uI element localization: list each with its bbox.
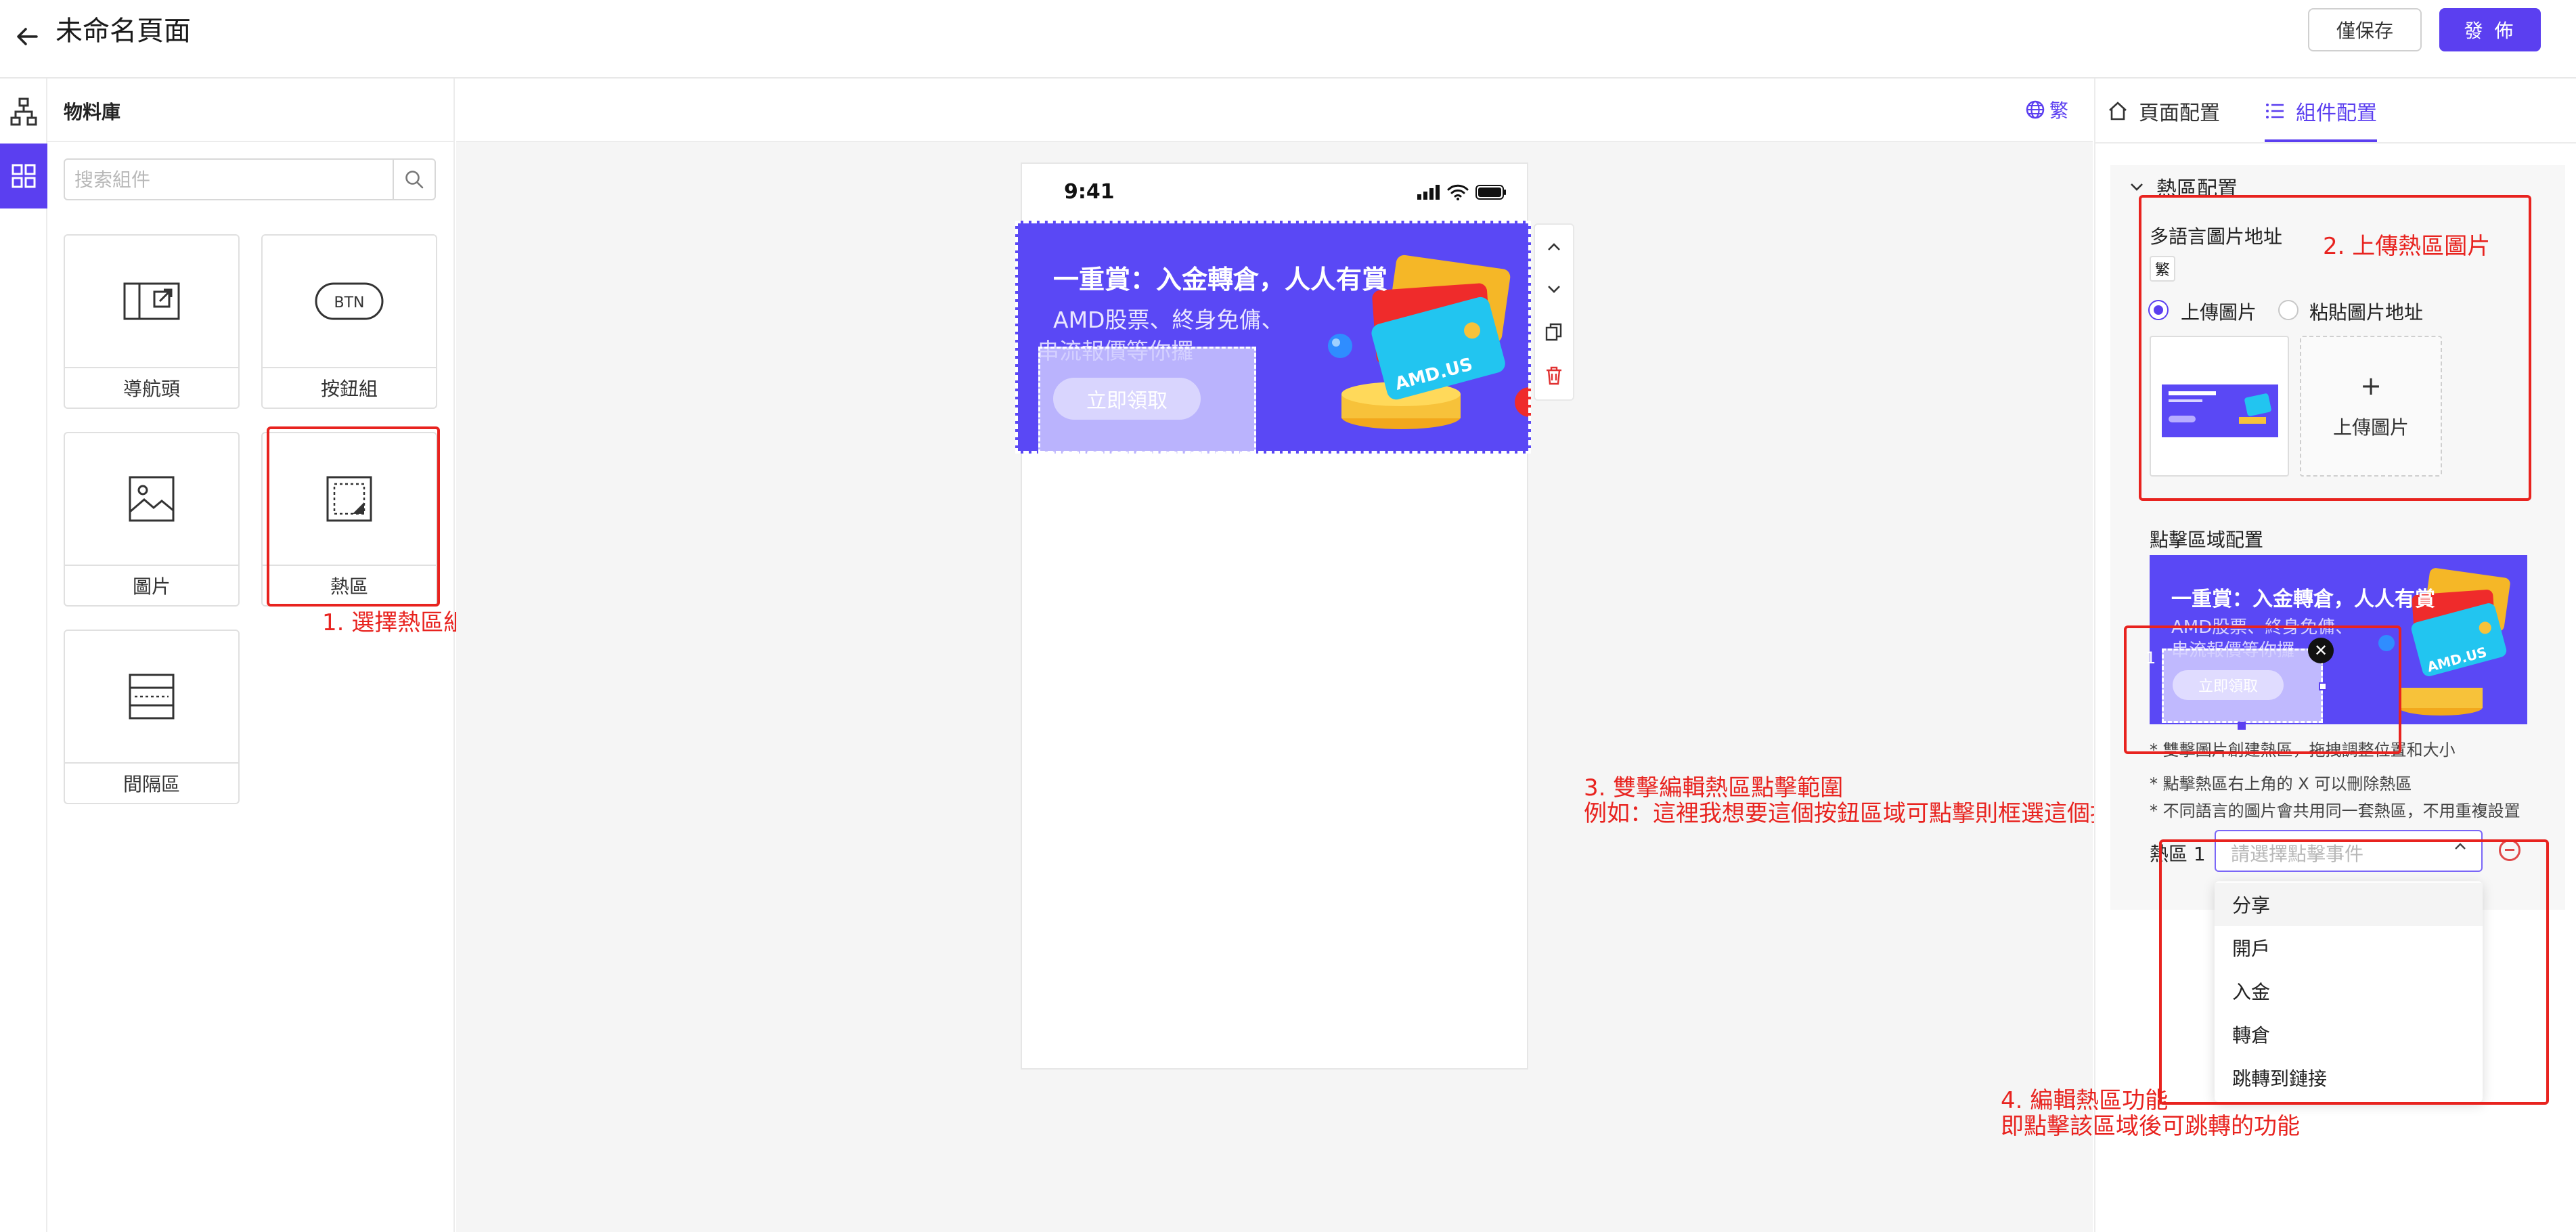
wifi-icon (1447, 184, 1469, 200)
search-icon[interactable] (393, 160, 435, 199)
component-grid-icon[interactable] (0, 144, 47, 208)
move-down-icon[interactable] (1535, 268, 1573, 310)
status-time: 9:41 (1064, 180, 1115, 204)
divider (47, 141, 455, 142)
back-arrow-icon[interactable] (7, 16, 47, 57)
spacer-icon (65, 631, 238, 764)
language-toggle[interactable]: 繁 (2025, 96, 2068, 123)
component-card-spacer[interactable]: 間隔區 (64, 630, 240, 804)
annotation-3-line-1: 3. 雙擊編輯熱區點擊範圍 (1584, 774, 1844, 801)
annotation-4-line-1: 4. 編輯熱區功能 (2001, 1087, 2169, 1114)
status-bar-icons (1417, 184, 1507, 200)
list-icon (2266, 104, 2284, 118)
left-rail (0, 79, 47, 1232)
publish-button[interactable]: 發 佈 (2439, 8, 2541, 51)
annotation-box-4 (2159, 839, 2549, 1105)
page-title[interactable]: 未命名頁面 (55, 14, 191, 49)
tab-component-config[interactable]: 組件配置 (2265, 96, 2377, 126)
annotation-4-line-2: 即點擊該區域後可跳轉的功能 (2001, 1113, 2300, 1140)
component-card-button-group[interactable]: BTN 按鈕組 (261, 234, 437, 409)
selected-component-outline (1015, 221, 1531, 454)
annotation-box-1 (267, 426, 440, 607)
btn-icon-text: BTN (334, 294, 365, 311)
click-area-config-label: 點擊區域配置 (2150, 529, 2264, 551)
tab-label: 頁面配置 (2139, 102, 2220, 125)
tab-label: 組件配置 (2296, 102, 2377, 125)
annotation-2-text: 2. 上傳熱區圖片 (2323, 233, 2491, 260)
tab-page-config[interactable]: 頁面配置 (2108, 96, 2220, 126)
language-label: 繁 (2049, 100, 2069, 122)
globe-icon (2026, 100, 2045, 119)
structure-tree-icon[interactable] (0, 93, 47, 131)
save-only-button[interactable]: 僅保存 (2308, 8, 2422, 51)
home-icon (2109, 102, 2127, 120)
move-up-icon[interactable] (1535, 226, 1573, 268)
search-input[interactable] (74, 167, 386, 192)
annotation-3-line-2: 例如：這裡我想要這個按鈕區域可點擊則框選這個按鈕 (1584, 800, 2136, 827)
signal-icon (1417, 185, 1440, 200)
btn-group-icon: BTN (263, 236, 436, 368)
hint-text: * 點擊熱區右上角的 X 可以刪除熱區 (2150, 774, 2412, 793)
component-toolbar (1534, 223, 1574, 401)
top-header (0, 0, 2576, 79)
annotation-box-3 (2124, 625, 2401, 754)
preview-title: 一重賞：入金轉倉，人人有賞 (2171, 588, 2435, 611)
battery-icon (1475, 185, 1506, 200)
delete-icon[interactable] (1535, 355, 1573, 397)
image-icon (65, 433, 238, 566)
canvas-toolbar (456, 80, 2093, 142)
material-panel-title: 物料庫 (64, 101, 121, 123)
component-label: 間隔區 (123, 773, 180, 795)
component-label: 導航頭 (123, 378, 180, 400)
component-card-nav-header[interactable]: 導航頭 (64, 234, 240, 409)
divider (2094, 142, 2576, 144)
nav-header-icon (65, 236, 238, 368)
hint-text: * 不同語言的圖片會共用同一套熱區，不用重複設置 (2150, 801, 2521, 820)
copy-icon[interactable] (1535, 311, 1573, 353)
component-label: 按鈕組 (320, 378, 378, 400)
chevron-down-icon (2131, 183, 2143, 191)
component-label: 圖片 (132, 575, 171, 598)
component-card-image[interactable]: 圖片 (64, 432, 240, 607)
